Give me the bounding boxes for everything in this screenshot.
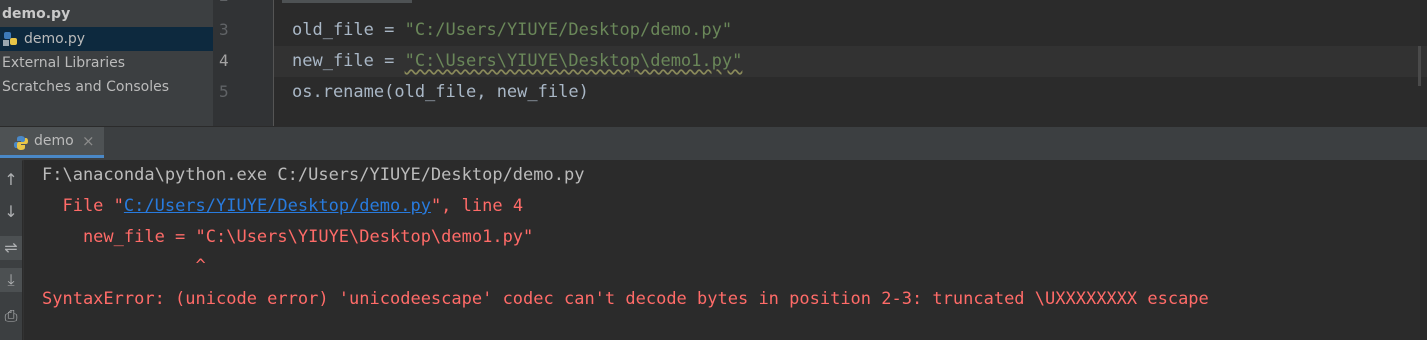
- console-file-link[interactable]: C:/Users/YIUYE/Desktop/demo.py: [124, 196, 431, 216]
- soft-wrap-icon[interactable]: ⇌: [0, 236, 22, 260]
- console-file-suffix: ", line 4: [430, 196, 524, 216]
- tree-item-external-libraries[interactable]: External Libraries: [0, 51, 213, 75]
- up-arrow-icon[interactable]: ↑: [0, 168, 22, 192]
- code-text: old_file =: [292, 20, 405, 40]
- line-number: 5: [219, 82, 229, 101]
- editor-tab-stub: [282, 0, 412, 3]
- editor-scrollbar[interactable]: [1418, 46, 1421, 86]
- code-line[interactable]: new_file = "C:\Users\YIUYE\Desktop\demo1…: [292, 46, 742, 77]
- tree-item-label: demo.py: [24, 31, 86, 47]
- python-icon: [14, 136, 28, 150]
- close-icon[interactable]: ×: [82, 132, 95, 150]
- console-file-prefix: File ": [42, 196, 124, 216]
- code-line[interactable]: old_file = "C:/Users/YIUYE/Desktop/demo.…: [292, 15, 732, 46]
- scroll-to-end-icon[interactable]: ⤓: [0, 268, 22, 292]
- code-text: new_file =: [292, 51, 405, 71]
- code-editor[interactable]: old_file = "C:/Users/YIUYE/Desktop/demo.…: [274, 0, 1427, 126]
- run-toolbar: ↑ ↓ ⇌ ⤓ ⎙: [0, 160, 22, 340]
- line-number: 3: [219, 20, 229, 39]
- console-source-line: new_file = "C:\Users\YIUYE\Desktop\demo1…: [42, 227, 534, 247]
- line-number: 4: [219, 51, 229, 70]
- tree-item-scratches[interactable]: Scratches and Consoles: [0, 75, 213, 99]
- string-literal: "C:/Users/YIUYE/Desktop/demo.py": [404, 20, 733, 40]
- editor-gutter: 2 3 4 5: [213, 0, 274, 126]
- tree-item-label: Scratches and Consoles: [2, 79, 169, 95]
- code-line[interactable]: os.rename(old_file, new_file): [292, 77, 589, 108]
- run-console[interactable]: F:\anaconda\python.exe C:/Users/YIUYE/De…: [23, 160, 1427, 340]
- project-root-label[interactable]: demo.py: [2, 6, 70, 22]
- console-caret-line: ^: [42, 256, 206, 276]
- down-arrow-icon[interactable]: ↓: [0, 200, 22, 224]
- run-tab-label: demo: [34, 133, 74, 149]
- code-text: os.rename(old_file, new_file): [292, 82, 589, 102]
- tree-item-demo-py[interactable]: demo.py: [0, 27, 213, 51]
- run-tab-demo[interactable]: demo ×: [0, 127, 104, 158]
- project-tree: demo.py demo.py External Libraries Scrat…: [0, 0, 213, 126]
- console-file-line: File "C:/Users/YIUYE/Desktop/demo.py", l…: [42, 191, 523, 222]
- console-command-line: F:\anaconda\python.exe C:/Users/YIUYE/De…: [42, 165, 585, 185]
- run-tool-window-header: demo ×: [0, 126, 1427, 161]
- line-number: 2: [213, 0, 267, 5]
- string-literal: "C:\Users\YIUYE\Desktop\demo1.py": [404, 51, 743, 71]
- tree-item-label: External Libraries: [2, 55, 125, 71]
- print-icon[interactable]: ⎙: [0, 304, 22, 328]
- python-file-icon: [3, 32, 17, 46]
- console-error-line: SyntaxError: (unicode error) 'unicodeesc…: [42, 289, 1209, 309]
